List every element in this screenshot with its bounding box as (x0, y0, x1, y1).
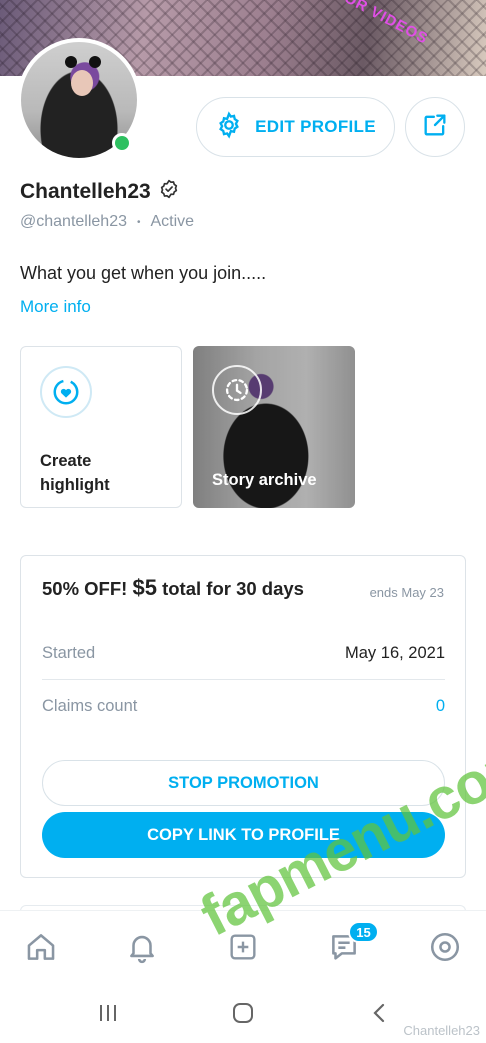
avatar-face (71, 70, 93, 96)
verified-icon (159, 179, 179, 204)
promotion-divider (42, 679, 445, 680)
chevron-left-icon (369, 1002, 391, 1029)
claims-row: Claims count 0 (42, 697, 445, 716)
create-highlight-card[interactable]: Create highlight (20, 346, 182, 508)
messages-badge: 15 (348, 921, 379, 943)
tab-profile[interactable] (425, 929, 465, 969)
promotion-ends: ends May 23 (369, 585, 444, 600)
corner-watermark: Chantelleh23 (403, 1023, 480, 1038)
tab-notifications[interactable] (122, 929, 162, 969)
profile-name: Chantelleh23 (20, 179, 151, 203)
started-value: May 16, 2021 (345, 644, 445, 662)
recent-apps-button[interactable] (93, 1000, 123, 1030)
share-button[interactable] (405, 97, 465, 157)
promotion-title: 50% OFF! $5 total for 30 days (42, 575, 304, 601)
profile-icon (428, 930, 462, 969)
home-system-button[interactable] (228, 1000, 258, 1030)
home-circle-icon (231, 1001, 255, 1030)
more-info-link[interactable]: More info (20, 297, 91, 317)
promotion-duration: total for 30 days (162, 578, 304, 599)
profile-bio: What you get when you join..... (20, 263, 267, 283)
story-archive-card[interactable]: Story archive (193, 346, 355, 508)
create-highlight-label: Create highlight (40, 452, 110, 494)
share-icon (421, 111, 449, 144)
bell-icon (125, 930, 159, 969)
home-icon (24, 930, 58, 969)
started-label: Started (42, 644, 96, 662)
profile-name-row: Chantelleh23 (20, 179, 179, 204)
story-archive-label: Story archive (212, 471, 317, 489)
online-status-dot (112, 133, 132, 153)
recent-apps-icon (97, 1002, 119, 1029)
status-separator: • (136, 216, 141, 228)
profile-handle: @chantelleh23 (20, 213, 127, 230)
tab-home[interactable] (21, 929, 61, 969)
claims-value[interactable]: 0 (436, 697, 445, 716)
avatar-ears (65, 56, 101, 68)
highlight-icon (40, 366, 92, 418)
claims-label: Claims count (42, 697, 138, 715)
gear-icon (215, 110, 243, 144)
back-system-button[interactable] (365, 1000, 395, 1030)
handle-row: @chantelleh23 • Active (20, 213, 194, 231)
started-row: Started May 16, 2021 (42, 644, 445, 663)
archive-icon (212, 365, 262, 415)
promotion-discount: 50% OFF! (42, 578, 128, 599)
profile-status: Active (150, 213, 195, 230)
edit-profile-label: EDIT PROFILE (255, 117, 376, 136)
promotion-price: $5 (132, 575, 157, 600)
edit-profile-button[interactable]: EDIT PROFILE (196, 97, 395, 157)
